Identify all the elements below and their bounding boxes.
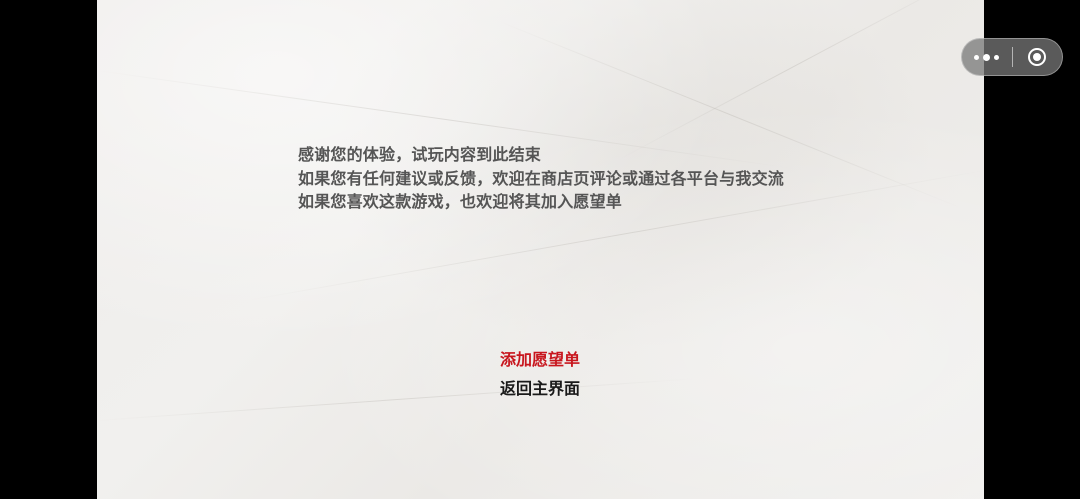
dot <box>974 54 980 60</box>
mini-program-capsule <box>961 38 1063 76</box>
return-main-menu-button[interactable]: 返回主界面 <box>500 374 590 403</box>
paper-crease <box>616 0 971 161</box>
message-line-wishlist: 如果您喜欢这款游戏，也欢迎将其加入愿望单 <box>298 192 623 211</box>
game-screen: 感谢您的体验，试玩内容到此结束 如果您有任何建议或反馈，欢迎在商店页评论或通过各… <box>0 0 1080 499</box>
paper-crease <box>97 378 696 421</box>
close-button[interactable] <box>1013 39 1063 75</box>
end-menu: 添加愿望单 返回主界面 <box>500 345 590 403</box>
dot <box>994 54 1000 60</box>
message-line-feedback: 如果您有任何建议或反馈，欢迎在商店页评论或通过各平台与我交流 <box>298 168 785 188</box>
record-circle-icon <box>1028 48 1047 66</box>
add-wishlist-button[interactable]: 添加愿望单 <box>500 345 590 374</box>
dot <box>983 53 991 61</box>
record-dot <box>1033 53 1042 61</box>
more-button[interactable] <box>962 39 1012 75</box>
more-dots-icon <box>974 53 1000 61</box>
paper-background: 感谢您的体验，试玩内容到此结束 如果您有任何建议或反馈，欢迎在商店页评论或通过各… <box>97 0 984 499</box>
message-line-thanks: 感谢您的体验，试玩内容到此结束 <box>298 145 542 164</box>
thank-you-message: 感谢您的体验，试玩内容到此结束 如果您有任何建议或反馈，欢迎在商店页评论或通过各… <box>298 143 784 214</box>
